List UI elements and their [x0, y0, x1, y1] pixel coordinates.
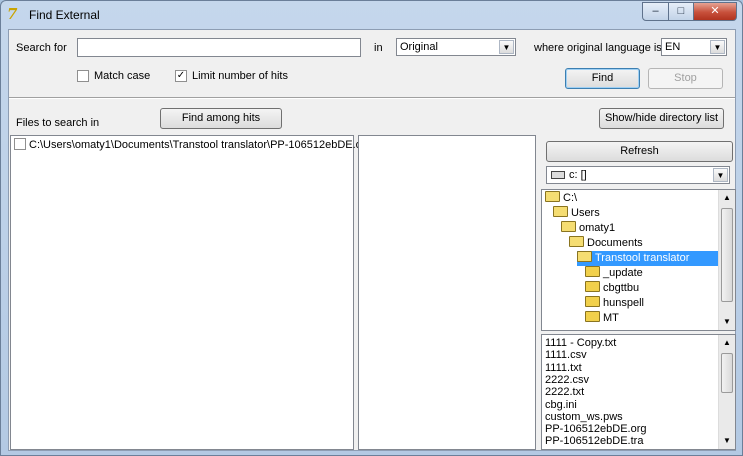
find-among-hits-button[interactable]: Find among hits	[160, 108, 282, 129]
tree-item-label: MT	[603, 312, 619, 324]
list-item[interactable]: 2222.csv	[545, 374, 589, 386]
tree-item[interactable]: Users	[553, 206, 600, 221]
list-item[interactable]: 1111.txt	[545, 362, 582, 374]
folder-open-icon	[569, 236, 584, 247]
search-in-select[interactable]: Original ▼	[396, 38, 516, 56]
list-item[interactable]: custom_ws.pws	[545, 411, 623, 423]
window-title: Find External	[29, 8, 100, 22]
match-case-checkbox[interactable]	[77, 70, 89, 82]
tree-item-label: cbgttbu	[603, 282, 640, 294]
list-item[interactable]: PP-106512ebDE.org	[545, 423, 647, 435]
scroll-thumb[interactable]	[721, 208, 733, 302]
tree-item-label: Transtool translator	[595, 252, 690, 264]
directory-file-list[interactable]: 1111 - Copy.txt 1111.csv 1111.txt 2222.csv 2…	[541, 334, 736, 450]
filelist-scrollbar[interactable]: ▲ ▼	[718, 335, 735, 449]
tree-item[interactable]: Transtool translator	[577, 251, 723, 266]
refresh-button[interactable]: Refresh	[546, 141, 733, 162]
folder-open-icon	[553, 206, 568, 217]
drive-select[interactable]: c: [] ▼	[546, 166, 730, 184]
tree-item[interactable]: MT	[585, 311, 619, 326]
folder-icon	[585, 266, 600, 277]
directory-tree[interactable]: C:\ Users omaty1 Documents Transtool transla…	[541, 189, 736, 331]
find-external-window: 7 Find External – □ ✕ Search for in Orig…	[0, 0, 743, 456]
drive-value: c: []	[551, 169, 587, 181]
list-item[interactable]: 2222.txt	[545, 386, 584, 398]
match-case-label: Match case	[94, 70, 151, 82]
folder-icon	[585, 311, 600, 322]
file-checkbox[interactable]	[14, 138, 26, 151]
tree-item[interactable]: _update	[585, 266, 643, 281]
language-label: where original language is	[534, 42, 662, 54]
folder-open-icon	[545, 191, 560, 202]
limit-hits-checkbox[interactable]: ✓	[175, 70, 187, 82]
tree-item[interactable]: Documents	[569, 236, 643, 251]
tree-item-label: C:\	[563, 192, 578, 204]
tree-scrollbar[interactable]: ▲ ▼	[718, 190, 735, 330]
list-item[interactable]: 1111.csv	[545, 349, 587, 361]
folder-icon	[585, 296, 600, 307]
files-to-search-label: Files to search in	[16, 117, 100, 129]
maximize-button[interactable]: □	[668, 2, 694, 21]
close-button[interactable]: ✕	[693, 2, 737, 21]
title-bar[interactable]: 7 Find External – □ ✕	[1, 1, 742, 29]
separator	[9, 97, 735, 99]
files-list-panel[interactable]: C:\Users\omaty1\Documents\Transtool tran…	[10, 135, 372, 450]
folder-open-icon	[577, 251, 592, 262]
tree-item[interactable]: cbgttbu	[585, 281, 639, 296]
limit-hits-label: Limit number of hits	[192, 70, 288, 82]
search-for-label: Search for	[16, 42, 67, 54]
show-hide-directory-button[interactable]: Show/hide directory list	[599, 108, 724, 129]
search-input[interactable]	[77, 38, 361, 57]
list-item[interactable]: C:\Users\omaty1\Documents\Transtool tran…	[14, 138, 372, 151]
folder-icon	[585, 281, 600, 292]
chevron-down-icon[interactable]: ▼	[713, 168, 728, 182]
tree-item-label: hunspell	[603, 297, 644, 309]
list-item[interactable]: cbg.ini	[545, 399, 577, 411]
list-item[interactable]: PP-106512ebDE.tra	[545, 435, 643, 447]
drive-icon	[551, 171, 565, 180]
chevron-down-icon[interactable]: ▼	[710, 40, 725, 54]
scroll-down-icon[interactable]: ▼	[719, 314, 735, 330]
find-button[interactable]: Find	[565, 68, 640, 89]
file-path: C:\Users\omaty1\Documents\Transtool tran…	[29, 139, 372, 151]
scroll-up-icon[interactable]: ▲	[719, 190, 735, 206]
dialog-client-area: Search for in Original ▼ where original …	[8, 29, 736, 451]
language-value: EN	[665, 41, 681, 53]
language-select[interactable]: EN ▼	[661, 38, 727, 56]
tree-item[interactable]: hunspell	[585, 296, 644, 311]
tree-item-label: omaty1	[579, 222, 616, 234]
scroll-down-icon[interactable]: ▼	[719, 433, 735, 449]
in-label: in	[374, 42, 383, 54]
tree-item-label: _update	[603, 267, 643, 279]
app-logo-icon: 7	[7, 5, 18, 23]
hits-panel[interactable]	[358, 135, 536, 450]
scroll-thumb[interactable]	[721, 353, 733, 393]
stop-button[interactable]: Stop	[648, 68, 723, 89]
search-in-value: Original	[400, 41, 438, 53]
tree-item-label: Documents	[587, 237, 643, 249]
minimize-button[interactable]: –	[642, 2, 669, 21]
scroll-up-icon[interactable]: ▲	[719, 335, 735, 351]
tree-item-label: Users	[571, 207, 600, 219]
tree-item[interactable]: omaty1	[561, 221, 615, 236]
list-item[interactable]: 1111 - Copy.txt	[545, 337, 616, 349]
chevron-down-icon[interactable]: ▼	[499, 40, 514, 54]
tree-item[interactable]: C:\	[545, 191, 577, 206]
folder-open-icon	[561, 221, 576, 232]
